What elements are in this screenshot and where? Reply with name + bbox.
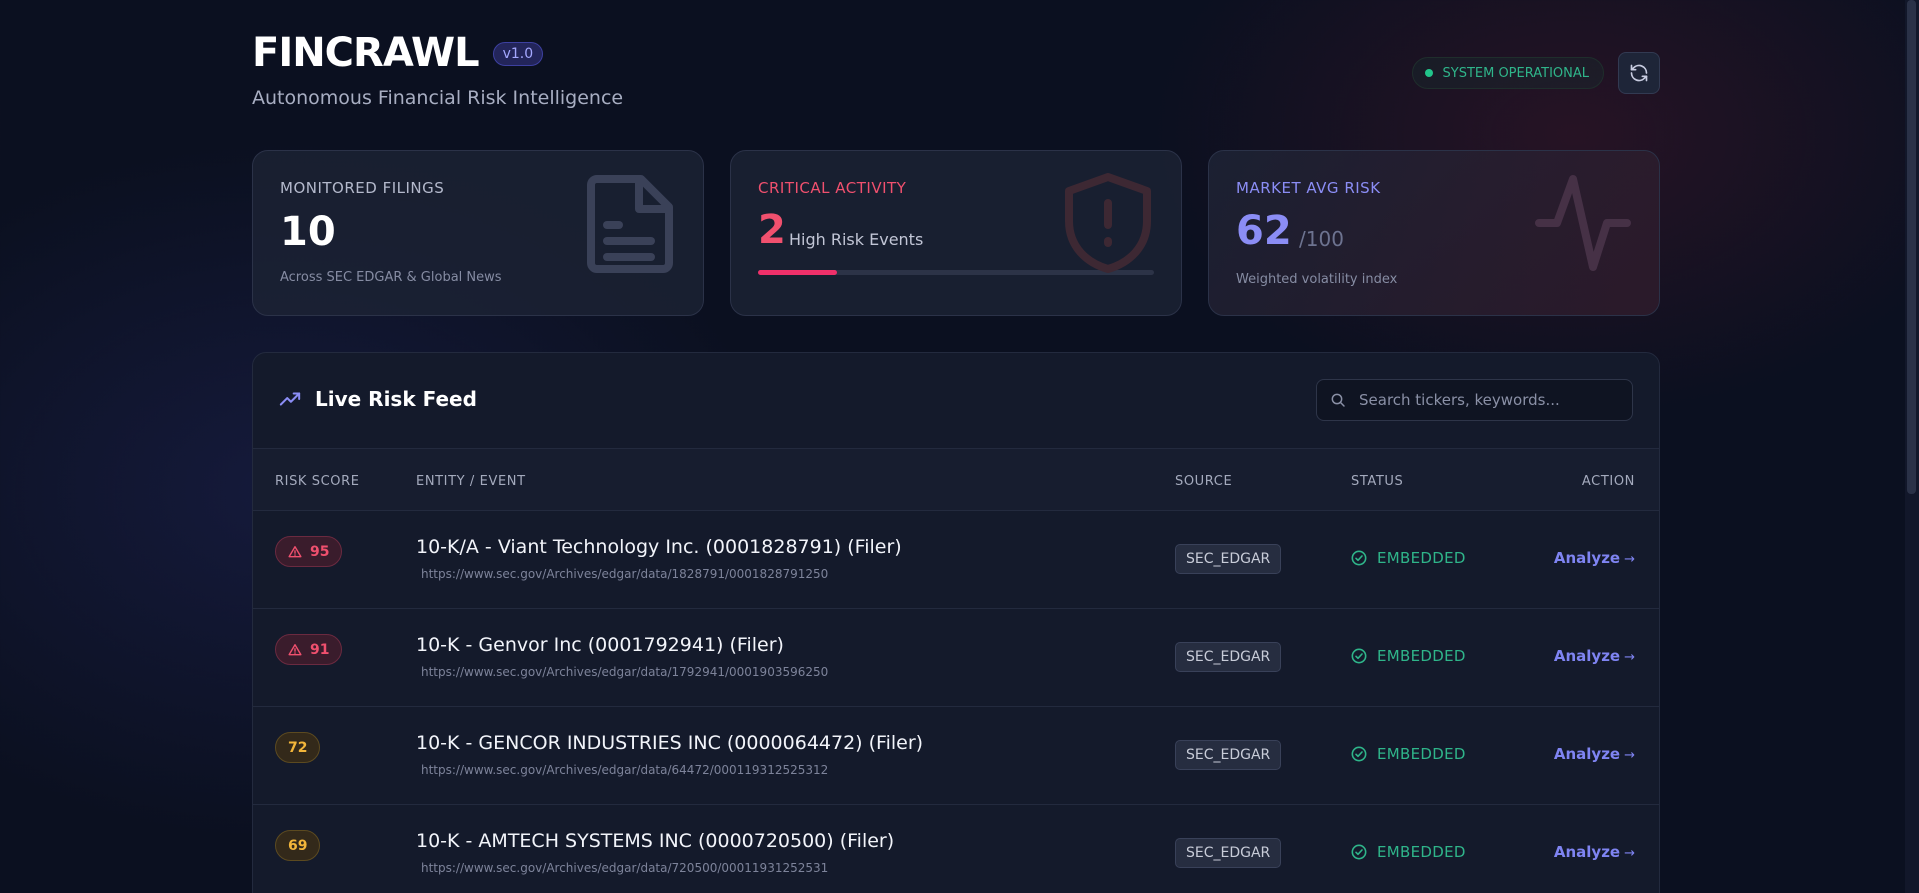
risk-score-value: 69 [288,837,308,854]
card-value: 2 [758,207,786,253]
card-label: MONITORED FILINGS [280,179,445,197]
table-row[interactable]: 69 10-K - AMTECH SYSTEMS INC (0000720500… [253,805,1659,893]
entity-title[interactable]: 10-K/A - Viant Technology Inc. (00018287… [416,536,902,558]
card-suffix: High Risk Events [789,230,924,249]
refresh-button[interactable] [1618,52,1660,94]
shield-alert-icon [1065,173,1151,273]
activity-icon [1535,175,1631,271]
card-note: Across SEC EDGAR & Global News [280,270,502,285]
page-header: FINCRAWL v1.0 Autonomous Financial Risk … [252,0,1660,150]
monitored-filings-card: MONITORED FILINGS 10 Across SEC EDGAR & … [252,150,704,316]
trending-up-icon [279,392,301,406]
analyze-label: Analyze [1553,745,1621,763]
entity-title[interactable]: 10-K - GENCOR INDUSTRIES INC (0000064472… [416,732,923,754]
risk-feed-panel: Live Risk Feed RISK SCORE ENTITY / EVENT… [252,352,1660,893]
search-box[interactable] [1316,379,1633,421]
check-circle-icon [1351,844,1367,860]
refresh-icon [1630,64,1648,82]
feed-header: Live Risk Feed [253,353,1659,449]
column-header-action: ACTION [1581,474,1635,489]
status-label: EMBEDDED [1377,647,1466,665]
card-value: 62 [1236,208,1292,254]
status-label: EMBEDDED [1377,549,1466,567]
market-avg-risk-card: MARKET AVG RISK 62 /100 Weighted volatil… [1208,150,1660,316]
risk-score-badge: 95 [275,536,343,567]
column-header-entity[interactable]: ENTITY / EVENT [416,474,526,489]
scrollbar-thumb[interactable] [1907,0,1916,494]
entity-url[interactable]: https://www.sec.gov/Archives/edgar/data/… [421,763,828,777]
app-title: FINCRAWL [252,30,480,76]
table-row[interactable]: 95 10-K/A - Viant Technology Inc. (00018… [253,511,1659,609]
stat-cards: MONITORED FILINGS 10 Across SEC EDGAR & … [252,150,1660,316]
status-label: EMBEDDED [1377,745,1466,763]
arrow-right-icon: → [1624,650,1635,665]
analyze-link[interactable]: Analyze → [1554,745,1635,763]
warning-icon [288,643,302,657]
source-tag: SEC_EDGAR [1175,740,1282,770]
system-status-badge: SYSTEM OPERATIONAL [1411,57,1604,89]
analyze-link[interactable]: Analyze → [1554,549,1635,567]
analyze-label: Analyze [1553,549,1621,567]
critical-progress-fill [758,270,838,275]
analyze-label: Analyze [1553,843,1621,861]
check-circle-icon [1351,648,1367,664]
analyze-link[interactable]: Analyze → [1554,843,1635,861]
document-icon [587,175,673,273]
check-circle-icon [1351,550,1367,566]
risk-score-badge: 69 [275,830,321,861]
status-label: EMBEDDED [1377,843,1466,861]
search-input[interactable] [1359,380,1619,420]
status-dot-icon [1424,69,1433,77]
warning-icon [288,545,302,559]
risk-score-badge: 72 [275,732,321,763]
column-header-source[interactable]: SOURCE [1175,474,1232,489]
critical-activity-card: CRITICAL ACTIVITY 2 High Risk Events [730,150,1182,316]
card-suffix: /100 [1299,227,1344,251]
analyze-link[interactable]: Analyze → [1554,647,1635,665]
card-note: Weighted volatility index [1236,272,1398,287]
brand: FINCRAWL v1.0 [252,30,544,76]
entity-url[interactable]: https://www.sec.gov/Archives/edgar/data/… [421,665,828,679]
check-circle-icon [1351,746,1367,762]
app-subtitle: Autonomous Financial Risk Intelligence [252,87,624,109]
arrow-right-icon: → [1624,748,1635,763]
main-container: FINCRAWL v1.0 Autonomous Financial Risk … [252,0,1660,893]
version-badge: v1.0 [492,42,544,66]
entity-title[interactable]: 10-K - Genvor Inc (0001792941) (Filer) [416,634,784,656]
column-header-risk-score[interactable]: RISK SCORE [275,474,360,489]
page-scrollbar[interactable] [1905,0,1919,893]
entity-url[interactable]: https://www.sec.gov/Archives/edgar/data/… [421,567,828,581]
card-label: CRITICAL ACTIVITY [758,179,907,197]
search-icon [1331,393,1345,407]
entity-title[interactable]: 10-K - AMTECH SYSTEMS INC (0000720500) (… [416,830,894,852]
source-tag: SEC_EDGAR [1175,544,1282,574]
card-value: 10 [280,209,336,255]
status-indicator: EMBEDDED [1351,647,1466,665]
column-header-status[interactable]: STATUS [1351,474,1403,489]
analyze-label: Analyze [1553,647,1621,665]
risk-score-badge: 91 [275,634,343,665]
system-status-label: SYSTEM OPERATIONAL [1442,65,1590,81]
risk-score-value: 95 [310,543,330,560]
source-tag: SEC_EDGAR [1175,838,1282,868]
source-tag: SEC_EDGAR [1175,642,1282,672]
status-indicator: EMBEDDED [1351,843,1466,861]
entity-url[interactable]: https://www.sec.gov/Archives/edgar/data/… [421,861,828,875]
arrow-right-icon: → [1624,846,1635,861]
table-row[interactable]: 72 10-K - GENCOR INDUSTRIES INC (0000064… [253,707,1659,805]
arrow-right-icon: → [1624,552,1635,567]
feed-title: Live Risk Feed [315,387,477,411]
risk-score-value: 91 [310,641,330,658]
status-indicator: EMBEDDED [1351,745,1466,763]
table-header: RISK SCORE ENTITY / EVENT SOURCE STATUS … [253,449,1659,511]
risk-score-value: 72 [288,739,308,756]
card-label: MARKET AVG RISK [1236,179,1381,197]
status-indicator: EMBEDDED [1351,549,1466,567]
table-row[interactable]: 91 10-K - Genvor Inc (0001792941) (Filer… [253,609,1659,707]
